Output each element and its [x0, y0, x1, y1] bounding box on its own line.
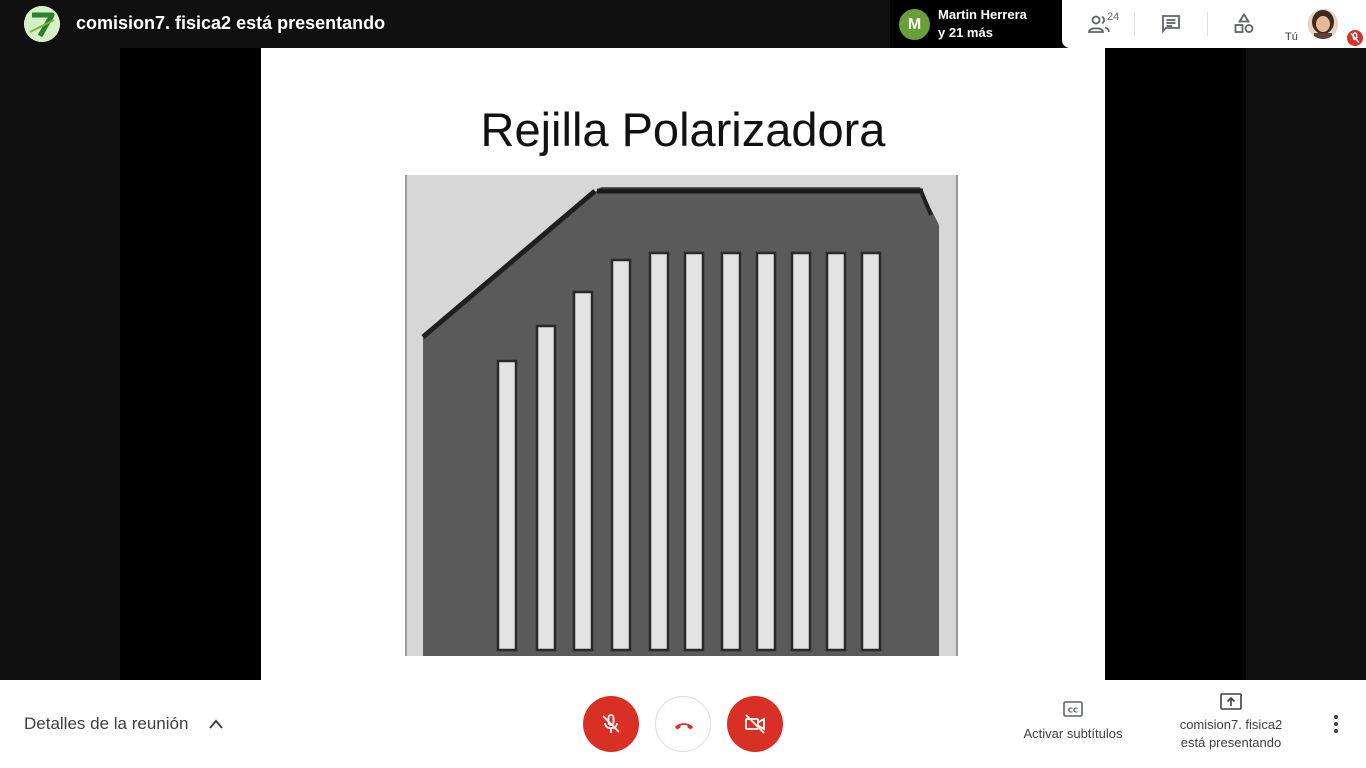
presenting-status-line2: está presentando	[1180, 735, 1282, 750]
present-screen-icon	[1220, 693, 1242, 710]
slide-title: Rejilla Polarizadora	[480, 103, 886, 156]
bottom-bar: Detalles de la reunión CC Activar subtít…	[0, 680, 1366, 768]
self-avatar	[1308, 9, 1338, 39]
more-vert-icon[interactable]	[1324, 712, 1348, 736]
polarizer-grid-photo	[405, 175, 958, 656]
self-tile[interactable]: Tú	[1280, 0, 1366, 48]
camera-toggle-button[interactable]	[727, 696, 783, 752]
captions-label: Activar subtítulos	[1023, 726, 1123, 741]
participant-name: Martin Herrera	[938, 7, 1027, 22]
presenting-title: comision7. fisica2 está presentando	[76, 13, 386, 33]
people-count: 24	[1107, 11, 1120, 23]
microphone-toggle-button[interactable]	[583, 696, 639, 752]
active-speaker-chip[interactable]: M Martin Herrera y 21 más	[890, 0, 1062, 48]
closed-captions-icon: CC	[1063, 701, 1083, 717]
participant-avatar: M	[899, 9, 930, 40]
mic-off-icon	[602, 714, 620, 733]
chevron-up-icon[interactable]	[208, 717, 224, 731]
self-label: Tú	[1285, 31, 1298, 43]
presenting-status-line1: comision7. fisica2	[1179, 717, 1283, 732]
top-bar: comision7. fisica2 está presentando M Ma…	[0, 0, 1366, 48]
chat-button[interactable]	[1135, 0, 1207, 48]
captions-button[interactable]: CC Activar subtítulos	[1012, 700, 1134, 756]
chat-icon	[1162, 15, 1180, 34]
participant-more-count: y 21 más	[938, 25, 993, 40]
activities-icon	[1234, 12, 1254, 33]
presenter-avatar	[24, 6, 60, 42]
people-button[interactable]: 24	[1063, 0, 1135, 48]
presenting-status-button[interactable]: comision7. fisica2 está presentando	[1172, 692, 1290, 756]
hangup-icon	[675, 723, 693, 730]
svg-text:CC: CC	[1068, 707, 1078, 715]
presented-slide: Rejilla Polarizadora	[261, 48, 1105, 680]
self-mic-muted-icon	[1347, 30, 1363, 46]
activities-button[interactable]	[1208, 0, 1280, 48]
top-toolbar: 24	[1062, 0, 1280, 48]
meeting-details-button[interactable]: Detalles de la reunión	[24, 714, 188, 734]
camera-off-icon	[745, 714, 765, 734]
leave-call-button[interactable]	[655, 696, 711, 752]
